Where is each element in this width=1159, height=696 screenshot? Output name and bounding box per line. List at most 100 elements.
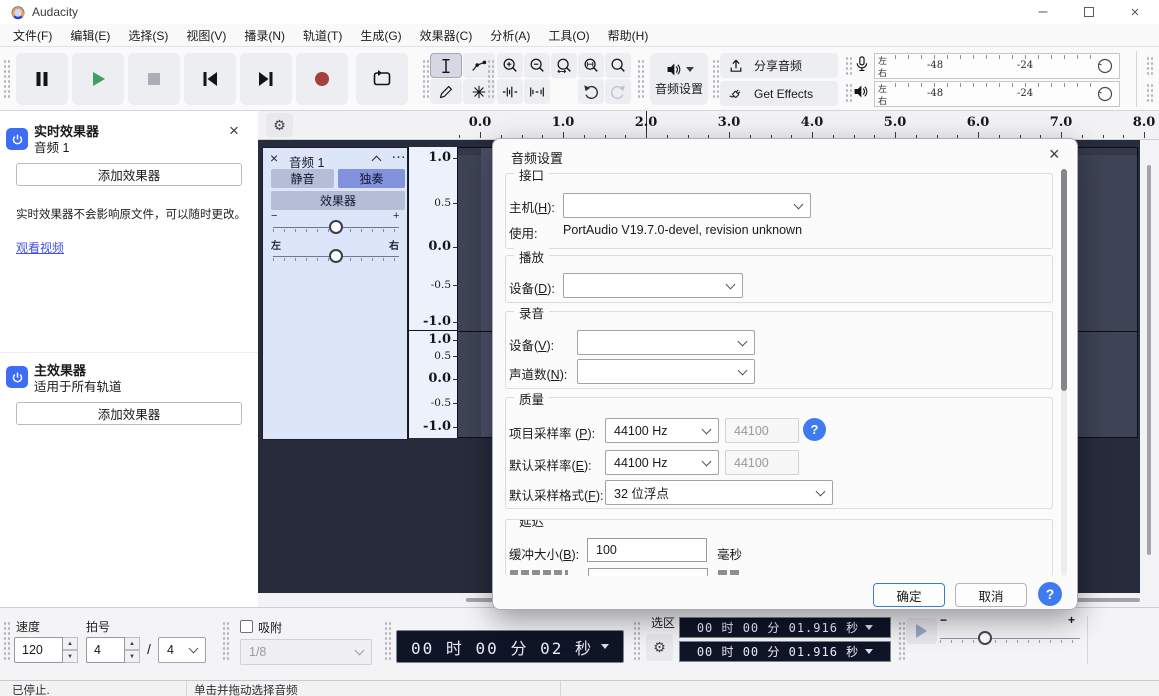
sample-format-combo[interactable]: 32 位浮点 bbox=[605, 480, 833, 505]
record-meter[interactable]: 左 右 -48 -24 bbox=[874, 53, 1120, 79]
zoom-in-button[interactable] bbox=[497, 53, 523, 78]
draw-tool-button[interactable] bbox=[430, 79, 462, 104]
track-collapse-icon[interactable] bbox=[372, 156, 382, 166]
share-audio-button[interactable]: 分享音频 bbox=[720, 53, 838, 78]
time-format-arrow-icon[interactable] bbox=[601, 644, 609, 649]
skip-to-end-button[interactable] bbox=[240, 53, 292, 105]
host-combo[interactable] bbox=[563, 193, 811, 218]
meter-right-grip2[interactable] bbox=[1146, 83, 1153, 103]
time-display[interactable]: 00 时 00 分 02 秒 bbox=[396, 630, 624, 663]
loop-button[interactable] bbox=[356, 53, 408, 105]
project-rate-combo[interactable]: 44100 Hz bbox=[605, 418, 719, 443]
vertical-scale-ruler[interactable]: 1.00.50.0-0.5-1.01.00.50.0-0.5-1.0 bbox=[408, 147, 457, 438]
close-button[interactable]: × bbox=[1112, 0, 1158, 24]
playback-meter[interactable]: 左 右 -48 -24 bbox=[874, 81, 1120, 107]
dialog-help-button[interactable]: ? bbox=[1038, 582, 1062, 606]
menu-item-生成(G)[interactable]: 生成(G) bbox=[351, 24, 410, 47]
mute-button[interactable]: 静音 bbox=[271, 169, 334, 188]
silence-selection-button[interactable] bbox=[524, 79, 550, 104]
selection-tool-button[interactable] bbox=[430, 53, 462, 78]
dialog-close-icon[interactable]: × bbox=[1049, 144, 1060, 165]
track-close-icon[interactable]: × bbox=[270, 150, 278, 166]
selection-grip[interactable] bbox=[633, 621, 640, 661]
recording-device-combo[interactable] bbox=[577, 330, 755, 355]
record-button[interactable] bbox=[296, 53, 348, 105]
speed-slider-thumb[interactable] bbox=[978, 631, 992, 645]
zoom-grip[interactable] bbox=[487, 59, 494, 99]
vertical-scrollbar[interactable] bbox=[1140, 140, 1159, 593]
menu-item-效果器(C)[interactable]: 效果器(C) bbox=[411, 24, 482, 47]
menu-item-轨道(T)[interactable]: 轨道(T) bbox=[294, 24, 351, 47]
selection-end-display[interactable]: 00 时 00 分 01.916 秒 bbox=[679, 641, 891, 662]
trim-outside-selection-button[interactable] bbox=[497, 79, 523, 104]
tools-grip[interactable] bbox=[422, 59, 429, 99]
selection-end-arrow-icon[interactable] bbox=[865, 649, 873, 654]
playback-device-combo[interactable] bbox=[563, 273, 743, 298]
add-realtime-effect-button[interactable]: 添加效果器 bbox=[16, 163, 242, 186]
share-grip[interactable] bbox=[712, 59, 719, 99]
channels-combo[interactable] bbox=[577, 359, 755, 384]
fit-project-button[interactable] bbox=[578, 53, 604, 78]
timeline-options-button[interactable]: ⚙ bbox=[266, 113, 293, 137]
panel-close-icon[interactable]: × bbox=[229, 121, 239, 141]
track-menu-icon[interactable]: … bbox=[391, 145, 407, 162]
zoom-toggle-button[interactable] bbox=[605, 53, 631, 78]
time-toolbar-grip[interactable] bbox=[3, 621, 10, 661]
snap-checkbox[interactable] bbox=[240, 620, 253, 633]
timeline-ruler[interactable]: ⚙ 0.01.02.03.04.05.06.07.08.0 bbox=[258, 111, 1159, 140]
audio-setup-button[interactable]: 音频设置 bbox=[650, 53, 708, 105]
default-rate-combo[interactable]: 44100 Hz bbox=[605, 450, 719, 475]
add-master-effect-button[interactable]: 添加效果器 bbox=[16, 402, 242, 425]
get-effects-button[interactable]: Get Effects bbox=[720, 81, 838, 106]
project-rate-help-button[interactable]: ? bbox=[803, 418, 826, 441]
audio-setup-grip[interactable] bbox=[637, 59, 644, 99]
zoom-out-button[interactable] bbox=[524, 53, 550, 78]
undo-button[interactable] bbox=[578, 79, 604, 104]
pause-button[interactable] bbox=[16, 53, 68, 105]
skip-to-start-button[interactable] bbox=[184, 53, 236, 105]
play-at-speed-button[interactable] bbox=[906, 618, 937, 644]
minimize-button[interactable]: – bbox=[1020, 0, 1066, 24]
dialog-scrollbar[interactable] bbox=[1061, 169, 1067, 576]
menu-item-编辑(E)[interactable]: 编辑(E) bbox=[61, 24, 119, 47]
transport-grip[interactable] bbox=[3, 59, 10, 99]
menu-item-选择(S)[interactable]: 选择(S) bbox=[119, 24, 177, 47]
selection-options-button[interactable]: ⚙ bbox=[646, 634, 673, 661]
watch-video-link[interactable]: 观看视频 bbox=[16, 239, 64, 256]
play-speed-grip[interactable] bbox=[898, 621, 905, 661]
gain-slider-thumb[interactable] bbox=[329, 220, 343, 234]
stop-button[interactable] bbox=[128, 53, 180, 105]
buffer-size-input[interactable]: 100 bbox=[587, 538, 707, 562]
menu-item-帮助(H)[interactable]: 帮助(H) bbox=[599, 24, 658, 47]
menu-item-文件(F)[interactable]: 文件(F) bbox=[4, 24, 61, 47]
timesig-upper-spinner[interactable]: 4 ▲▼ bbox=[86, 637, 140, 663]
redo-button[interactable] bbox=[605, 79, 631, 104]
snap-grip[interactable] bbox=[222, 621, 229, 661]
cancel-button[interactable]: 取消 bbox=[955, 583, 1027, 607]
tempo-spinner[interactable]: 120 ▲▼ bbox=[14, 637, 78, 663]
master-power-icon[interactable] bbox=[6, 366, 28, 388]
realtime-power-icon[interactable] bbox=[6, 128, 28, 150]
meter-right-grip[interactable] bbox=[1146, 56, 1153, 76]
snap-interval-combo[interactable]: 1/8 bbox=[240, 639, 372, 665]
play-button[interactable] bbox=[72, 53, 124, 105]
track-control-panel[interactable]: × 音频 1 … 静音 独奏 效果器 − + 左 右 bbox=[262, 147, 408, 440]
play-meter-grip[interactable] bbox=[845, 83, 852, 103]
track-effects-button[interactable]: 效果器 bbox=[271, 191, 405, 210]
maximize-button[interactable] bbox=[1066, 0, 1112, 24]
speed-slider[interactable] bbox=[940, 638, 1080, 639]
selection-start-display[interactable]: 00 时 00 分 01.916 秒 bbox=[679, 617, 891, 638]
solo-button[interactable]: 独奏 bbox=[338, 169, 405, 188]
menu-item-分析(A)[interactable]: 分析(A) bbox=[481, 24, 539, 47]
selection-start-arrow-icon[interactable] bbox=[865, 625, 873, 630]
vertical-scrollbar-thumb[interactable] bbox=[1147, 165, 1151, 555]
time-display-grip[interactable] bbox=[384, 621, 391, 661]
dialog-scrollbar-thumb[interactable] bbox=[1061, 169, 1067, 391]
ok-button[interactable]: 确定 bbox=[873, 583, 945, 607]
fit-selection-button[interactable] bbox=[551, 53, 577, 78]
record-meter-grip[interactable] bbox=[845, 56, 852, 76]
menu-item-工具(O)[interactable]: 工具(O) bbox=[539, 24, 598, 47]
pan-slider-thumb[interactable] bbox=[329, 249, 343, 263]
menu-item-视图(V)[interactable]: 视图(V) bbox=[177, 24, 235, 47]
menu-item-播录(N)[interactable]: 播录(N) bbox=[235, 24, 294, 47]
